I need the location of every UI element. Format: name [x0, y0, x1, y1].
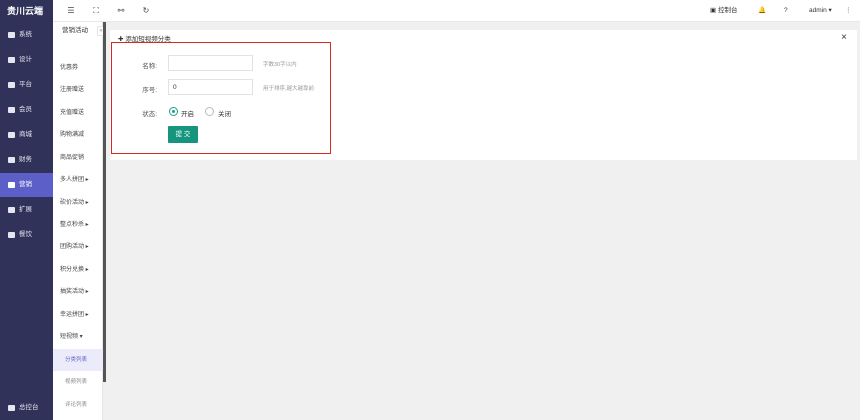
nav-item-system[interactable]: 系统 [0, 23, 53, 47]
nav-item-label: 会员 [19, 106, 32, 113]
brand-logo: 贵川云端 [7, 6, 44, 16]
nav-item-label: 营销 [19, 181, 32, 188]
nav-item-finance[interactable]: 财务 [0, 148, 53, 172]
sub-nav-item-category-list[interactable]: 分类列表 [53, 349, 103, 371]
monitor-icon [8, 32, 15, 38]
link-icon[interactable]: ⚯ [116, 6, 126, 16]
more-icon[interactable]: ⋮ [845, 0, 852, 22]
nav-item-label: 平台 [19, 81, 32, 88]
nav-item-catering[interactable]: 餐饮 [0, 223, 53, 247]
sub-nav-item[interactable]: 整点秒杀 ▸ [53, 214, 103, 236]
sub-sidebar-title: 营销活动 « [53, 22, 105, 40]
grid-icon [8, 82, 15, 88]
gear-icon [8, 207, 15, 213]
nav-item-label: 总控台 [19, 404, 39, 411]
heart-icon [8, 107, 15, 113]
sub-nav-item[interactable]: 优惠券 [53, 57, 103, 79]
sub-nav-item[interactable]: 幸运拼团 ▸ [53, 304, 103, 326]
nav-item-design[interactable]: 设计 [0, 48, 53, 72]
nav-item-label: 系统 [19, 31, 32, 38]
refresh-icon[interactable]: ↻ [141, 6, 151, 16]
nav-item-marketing[interactable]: 营销 [0, 173, 53, 197]
nav-item-label: 设计 [19, 56, 32, 63]
sub-sidebar: 营销活动 « 优惠券 注册赠送 充值赠送 购物满减 商品促销 多人拼团 ▸ 砍价… [53, 22, 105, 420]
sub-sidebar-title-text: 营销活动 [62, 27, 88, 34]
close-icon[interactable]: × [841, 32, 847, 44]
sub-nav-item[interactable]: 多人拼团 ▸ [53, 169, 103, 191]
sidebar-scrollbar[interactable] [103, 22, 106, 382]
sub-nav-item-short-video[interactable]: 短视频 ▾ [53, 326, 103, 348]
sub-nav-item[interactable]: 抽奖活动 ▸ [53, 281, 103, 303]
cloud-icon [8, 232, 15, 238]
nav-item-label: 餐饮 [19, 231, 32, 238]
main-sidebar: 贵川云端 系统 设计 平台 会员 商城 财务 营销 扩展 餐饮 总控台 [0, 0, 53, 420]
menu-icon[interactable]: ☰ [66, 6, 76, 16]
sub-nav-item[interactable]: 砍价活动 ▸ [53, 192, 103, 214]
sub-nav-item[interactable]: 注册赠送 [53, 79, 103, 101]
wallet-icon [8, 157, 15, 163]
design-icon [8, 57, 15, 63]
nav-item-label: 扩展 [19, 206, 32, 213]
nav-item-label: 商城 [19, 131, 32, 138]
sub-nav-item[interactable]: 商品促销 [53, 147, 103, 169]
console-link[interactable]: ▣ 控制台 [710, 0, 737, 22]
topbar: ☰ ⛶ ⚯ ↻ ▣ 控制台 🔔 ? admin ▾ ⋮ [53, 0, 860, 22]
sub-nav-item[interactable]: 团购活动 ▸ [53, 236, 103, 258]
nav-item-member[interactable]: 会员 [0, 98, 53, 122]
nav-item-label: 财务 [19, 156, 32, 163]
console-label: 控制台 [717, 7, 738, 14]
sub-nav-item[interactable]: 购物满减 [53, 124, 103, 146]
nav-item-extend[interactable]: 扩展 [0, 198, 53, 222]
nav-item-platform[interactable]: 平台 [0, 73, 53, 97]
fullscreen-icon[interactable]: ⛶ [91, 6, 101, 16]
settings-icon [8, 405, 15, 411]
sub-nav-item[interactable]: 积分兑换 ▸ [53, 259, 103, 281]
console-icon: ▣ [710, 7, 717, 14]
nav-item-shop[interactable]: 商城 [0, 123, 53, 147]
sub-nav-item-comment-list[interactable]: 评论列表 [53, 394, 103, 416]
help-icon[interactable]: ? [784, 0, 788, 22]
sub-nav-item-video-list[interactable]: 视频列表 [53, 371, 103, 393]
megaphone-icon [8, 182, 15, 188]
bell-icon[interactable]: 🔔 [758, 0, 766, 22]
user-menu[interactable]: admin ▾ [809, 0, 832, 22]
sub-nav-item[interactable]: 充值赠送 [53, 102, 103, 124]
nav-item-console[interactable]: 总控台 [0, 396, 53, 420]
shop-icon [8, 132, 15, 138]
highlight-box [111, 42, 331, 154]
